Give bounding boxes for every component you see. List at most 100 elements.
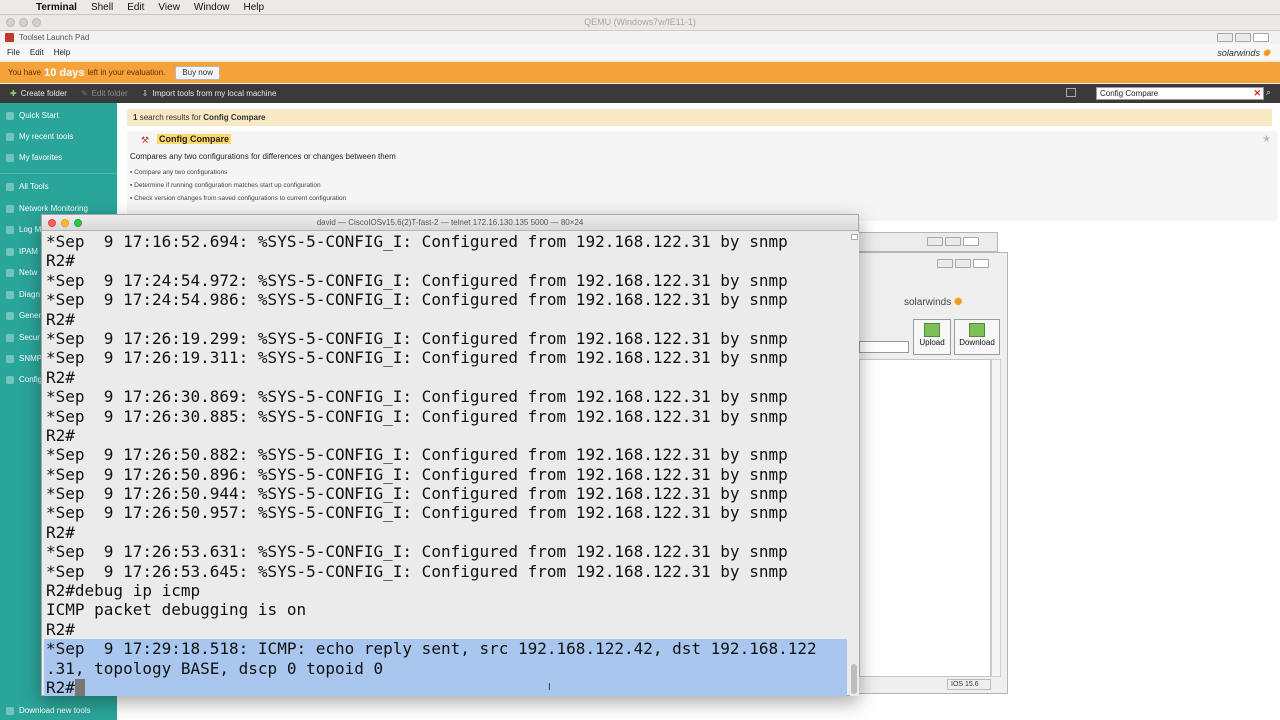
terminal-line: R2# [46,367,75,387]
child-window-back [858,232,998,252]
minimize-button[interactable] [937,259,953,268]
child-window-controls [937,259,989,268]
device-dropdown[interactable] [859,341,909,353]
terminal-line: R2# [46,309,75,329]
terminal-line: *Sep 9 17:26:19.311: %SYS-5-CONFIG_I: Co… [46,348,788,368]
sun-icon: ✺ [951,297,963,308]
restore-button[interactable] [955,259,971,268]
sidebar-item-network-monitoring[interactable]: Network Monitoring [6,204,88,213]
terminal-line: R2# [46,251,75,271]
terminal-line: *Sep 9 17:24:54.986: %SYS-5-CONFIG_I: Co… [46,290,788,310]
network-monitoring-icon [6,204,14,213]
sun-icon: ✺ [1259,48,1270,58]
menu-edit[interactable]: Edit [127,0,144,15]
sidebar-item-diagnostics[interactable]: Diagn [6,290,40,299]
quick-start-icon [6,111,14,120]
apple-icon[interactable] [12,2,22,12]
terminal-line: R2#debug ip icmp [46,581,201,601]
feature-item: ▪ Compare any two configurations [130,169,228,176]
menu-app-help[interactable]: Help [54,48,70,57]
download-tools-link[interactable]: Download new tools [6,706,91,715]
menu-shell[interactable]: Shell [91,0,113,15]
sidebar-item-general[interactable]: Gener [6,311,41,320]
terminal-window: david — CiscoIOSv15.6(2)T-fast-2 — telne… [41,214,859,696]
close-button[interactable] [1253,33,1269,42]
window-controls [1217,33,1269,42]
import-tools-button[interactable]: ⇩ Import tools from my local machine [142,89,277,98]
search-results-header: 1 search results for Config Compare [127,109,1272,126]
security-icon [6,333,14,342]
terminal-line: *Sep 9 17:16:52.694: %SYS-5-CONFIG_I: Co… [46,232,788,251]
sidebar-item-config[interactable]: Config [6,375,42,384]
all-tools-icon [6,182,14,191]
sidebar-item-snmp[interactable]: SNMP [6,354,42,363]
config-icon [6,375,14,384]
menu-terminal[interactable]: Terminal [36,0,77,15]
sidebar-item-ipam[interactable]: IPAM [6,247,38,256]
terminal-scrollbar[interactable] [850,232,859,696]
favorite-star-icon[interactable]: ★ [1262,134,1271,145]
sidebar-item-quick-start[interactable]: Quick Start [6,111,59,120]
snmp-icon [6,354,14,363]
child-window-controls [927,237,979,246]
menu-view[interactable]: View [158,0,180,15]
sidebar-item-recent[interactable]: My recent tools [6,132,73,141]
sidebar-item-network[interactable]: Netw [6,268,37,277]
menu-file[interactable]: File [7,48,20,57]
clear-search-icon[interactable]: ✕ [1253,88,1261,99]
evaluation-banner: You have 10 days left in your evaluation… [0,62,1280,83]
buy-now-button[interactable]: Buy now [175,65,220,80]
eval-prefix: You have [8,68,42,77]
app-titlebar: Toolset Launch Pad [0,31,1280,44]
vertical-scrollbar[interactable] [991,359,1001,677]
download-button[interactable]: Download [954,319,1000,355]
download-icon [969,323,985,337]
terminal-line: *Sep 9 17:26:50.957: %SYS-5-CONFIG_I: Co… [46,503,788,523]
tool-title[interactable]: Config Compare [157,134,232,144]
app-title: Toolset Launch Pad [19,33,90,42]
scroll-up-icon[interactable] [851,234,858,240]
minimize-button[interactable] [927,237,943,246]
restore-button[interactable] [1235,33,1251,42]
app-icon [5,33,14,42]
terminal-line: *Sep 9 17:26:50.882: %SYS-5-CONFIG_I: Co… [46,445,788,465]
create-folder-button[interactable]: ✚ Create folder [10,89,67,98]
sidebar-item-security[interactable]: Secur [6,333,40,342]
folder-edit-icon: ✎ [80,89,88,98]
search-icon[interactable]: ⌕ [1266,87,1278,100]
view-toggle-icon[interactable] [1066,88,1076,97]
restore-button[interactable] [945,237,961,246]
mac-menubar: Terminal Shell Edit View Window Help [0,0,1280,15]
upload-icon [924,323,940,337]
terminal-line: R2# [46,619,75,639]
terminal-line: *Sep 9 17:26:50.944: %SYS-5-CONFIG_I: Co… [46,484,788,504]
terminal-output[interactable]: *Sep 9 17:16:52.694: %SYS-5-CONFIG_I: Co… [44,232,847,696]
sidebar-item-favorites[interactable]: My favorites [6,153,62,162]
sidebar-item-log[interactable]: Log M [6,225,41,234]
upload-button[interactable]: Upload [913,319,951,355]
tool-card[interactable]: ⚒ Config Compare ★ Compares any two conf… [127,131,1277,221]
results-query: Config Compare [203,113,266,122]
search-input[interactable]: Config Compare ✕ [1096,87,1264,100]
results-count: 1 [133,113,138,122]
minimize-button[interactable] [1217,33,1233,42]
terminal-line: ICMP packet debugging is on [46,600,307,620]
config-pane[interactable] [859,359,991,677]
eval-days: 10 days [44,66,85,79]
config-compare-icon: ⚒ [141,135,150,145]
text-cursor-icon: I [548,682,551,693]
close-button[interactable] [963,237,979,246]
scroll-thumb[interactable] [851,664,857,694]
qemu-title: QEMU (Windows7w/IE11-1) [584,17,696,27]
sidebar-item-all-tools[interactable]: All Tools [6,182,49,191]
menu-help[interactable]: Help [244,0,265,15]
diagnostics-icon [6,290,14,299]
eval-suffix: left in your evaluation. [87,68,166,77]
menu-window[interactable]: Window [194,0,230,15]
edit-folder-button[interactable]: ✎ Edit folder [81,89,128,98]
solarwinds-logo: solarwinds ✺ [1217,48,1270,58]
general-icon [6,311,14,320]
close-button[interactable] [973,259,989,268]
log-icon [6,225,14,234]
menu-app-edit[interactable]: Edit [30,48,44,57]
